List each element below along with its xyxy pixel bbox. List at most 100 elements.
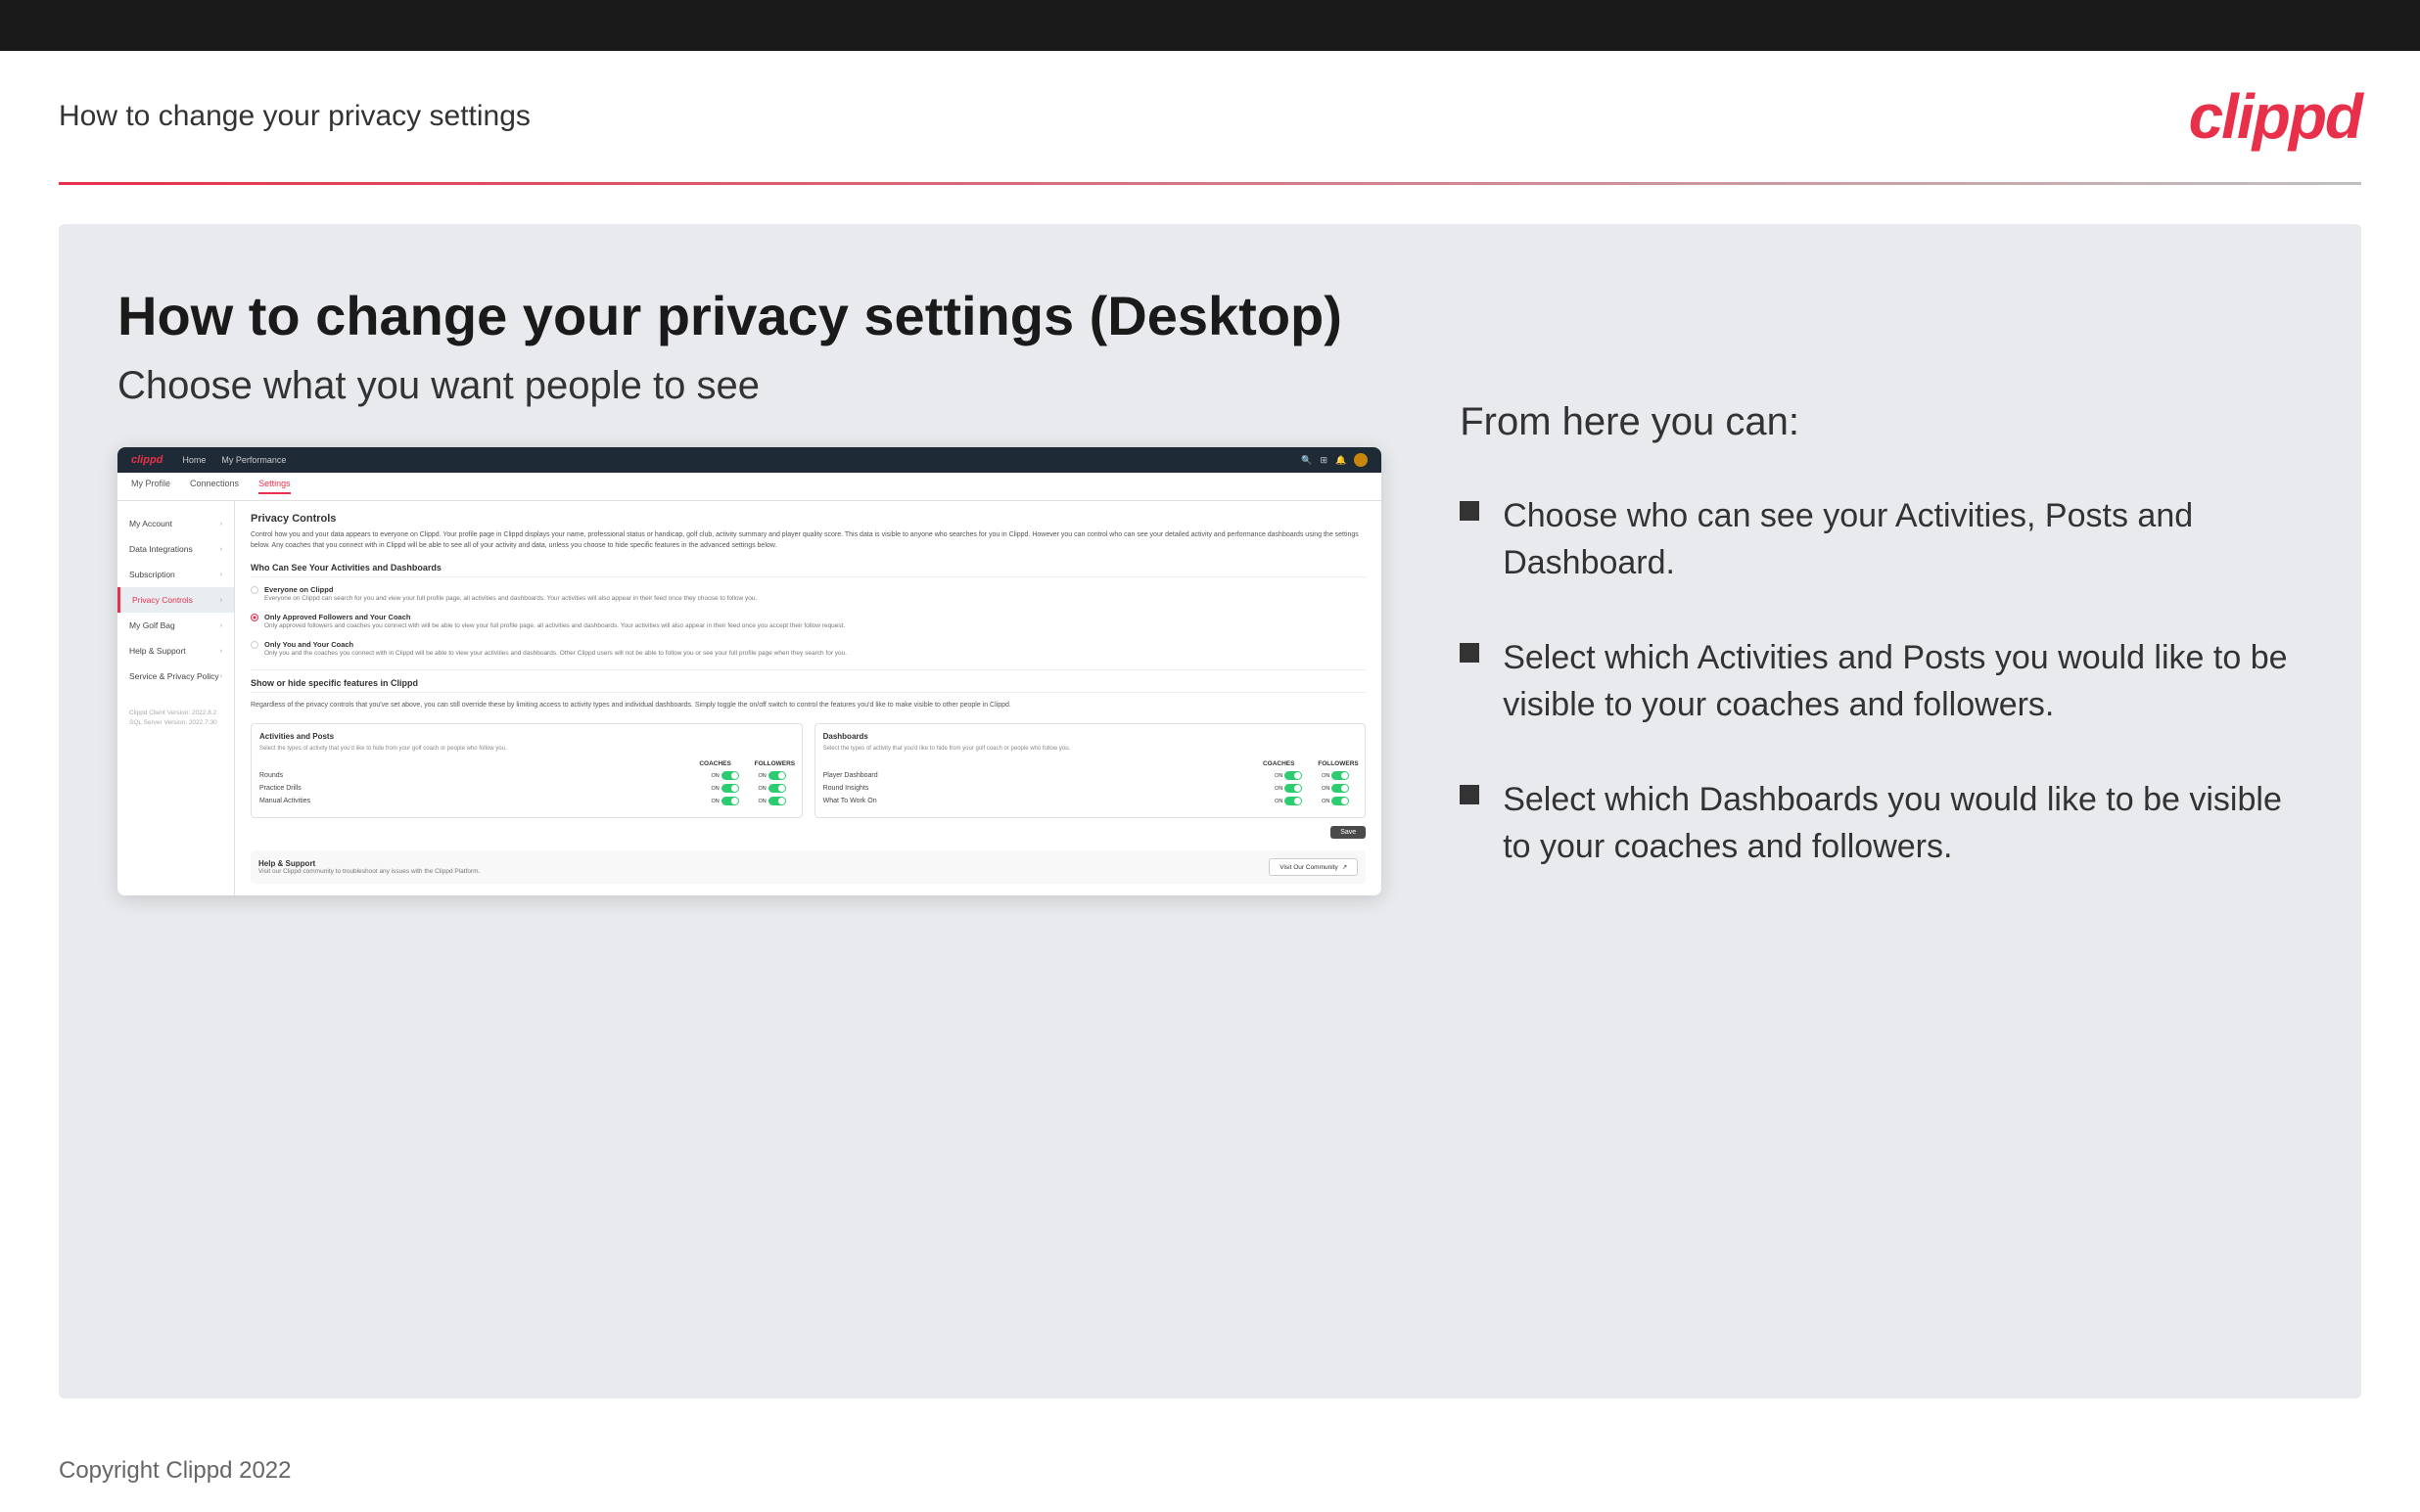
bullet-text-1: Choose who can see your Activities, Post… — [1503, 493, 2303, 586]
manual-coaches-toggle[interactable]: ON — [704, 797, 747, 805]
radio-circle-followers — [251, 614, 258, 621]
activities-posts-header: COACHES FOLLOWERS — [259, 760, 794, 767]
pd-coaches-toggle[interactable]: ON — [1267, 771, 1310, 780]
bullet-item-2: Select which Activities and Posts you wo… — [1460, 635, 2303, 728]
manual-activities-label: Manual Activities — [259, 798, 704, 804]
sidebar-item-account[interactable]: My Account › — [117, 511, 234, 536]
bullet-item-1: Choose who can see your Activities, Post… — [1460, 493, 2303, 586]
visit-community-label: Visit Our Community — [1280, 864, 1337, 871]
bullet-list: Choose who can see your Activities, Post… — [1460, 493, 2303, 871]
radio-followers[interactable]: Only Approved Followers and Your Coach O… — [251, 613, 1366, 630]
sidebar-item-policy-label: Service & Privacy Policy — [129, 671, 219, 681]
sidebar-item-privacy-policy[interactable]: Service & Privacy Policy › — [117, 664, 234, 689]
app-nav-link-home[interactable]: Home — [182, 455, 206, 465]
drills-coaches-switch[interactable] — [721, 784, 739, 793]
chevron-right-icon: › — [220, 597, 222, 604]
visit-community-button[interactable]: Visit Our Community ↗ — [1269, 858, 1358, 876]
activities-posts-col: Activities and Posts Select the types of… — [251, 723, 803, 818]
ri-followers-on: ON — [1322, 786, 1329, 792]
left-side: How to change your privacy settings (Des… — [117, 283, 1381, 1340]
save-button[interactable]: Save — [1330, 826, 1366, 839]
drills-followers-toggle[interactable]: ON — [751, 784, 794, 793]
sidebar-item-golf-label: My Golf Bag — [129, 620, 175, 630]
rounds-toggles: ON ON — [704, 771, 794, 780]
sidebar-item-data-label: Data Integrations — [129, 544, 193, 554]
rounds-followers-switch[interactable] — [768, 771, 786, 780]
radio-desc-followers: Only approved followers and coaches you … — [264, 621, 845, 630]
feature-grid: Activities and Posts Select the types of… — [251, 723, 1366, 818]
wtwo-followers-toggle[interactable]: ON — [1314, 797, 1357, 805]
app-nav-icons: 🔍 ⊞ 🔔 — [1301, 453, 1368, 467]
manual-coaches-switch[interactable] — [721, 797, 739, 805]
wtwo-coaches-switch[interactable] — [1284, 797, 1302, 805]
logo: clippd — [2189, 80, 2361, 153]
coaches-header: COACHES — [696, 760, 735, 767]
ri-followers-toggle[interactable]: ON — [1314, 784, 1357, 793]
drills-followers-switch[interactable] — [768, 784, 786, 793]
pd-coaches-on: ON — [1275, 773, 1282, 779]
rounds-coaches-toggle[interactable]: ON — [704, 771, 747, 780]
drills-coaches-on: ON — [711, 786, 719, 792]
rounds-followers-toggle[interactable]: ON — [751, 771, 794, 780]
sidebar-item-subscription[interactable]: Subscription › — [117, 562, 234, 587]
chevron-right-icon: › — [220, 546, 222, 553]
bell-icon[interactable]: 🔔 — [1335, 455, 1346, 466]
ri-coaches-switch[interactable] — [1284, 784, 1302, 793]
app-main-panel: Privacy Controls Control how you and you… — [235, 501, 1381, 895]
tab-settings[interactable]: Settings — [258, 479, 291, 494]
radio-coach[interactable]: Only You and Your Coach Only you and the… — [251, 640, 1366, 658]
rounds-row: Rounds ON ON — [259, 771, 794, 780]
bullet-square-3 — [1460, 785, 1479, 804]
external-link-icon: ↗ — [1342, 863, 1347, 871]
app-screenshot: clippd Home My Performance 🔍 ⊞ 🔔 My Prof… — [117, 447, 1381, 895]
tab-connections[interactable]: Connections — [190, 479, 239, 494]
wtwo-coaches-toggle[interactable]: ON — [1267, 797, 1310, 805]
show-hide-title: Show or hide specific features in Clippd — [251, 678, 1366, 693]
bullet-text-2: Select which Activities and Posts you wo… — [1503, 635, 2303, 728]
drills-coaches-toggle[interactable]: ON — [704, 784, 747, 793]
ri-coaches-toggle[interactable]: ON — [1267, 784, 1310, 793]
activities-posts-title: Activities and Posts — [259, 732, 794, 741]
copyright-text: Copyright Clippd 2022 — [59, 1457, 2361, 1485]
sidebar-item-help-label: Help & Support — [129, 646, 186, 656]
pd-followers-switch[interactable] — [1331, 771, 1349, 780]
sidebar-item-data-integrations[interactable]: Data Integrations › — [117, 536, 234, 562]
header-divider — [59, 182, 2361, 185]
sidebar-item-help[interactable]: Help & Support › — [117, 638, 234, 664]
rounds-coaches-switch[interactable] — [721, 771, 739, 780]
avatar[interactable] — [1354, 453, 1368, 467]
pd-coaches-switch[interactable] — [1284, 771, 1302, 780]
sidebar-item-privacy-label: Privacy Controls — [132, 595, 193, 605]
manual-followers-toggle[interactable]: ON — [751, 797, 794, 805]
radio-everyone[interactable]: Everyone on Clippd Everyone on Clippd ca… — [251, 585, 1366, 603]
tab-my-profile[interactable]: My Profile — [131, 479, 170, 494]
grid-icon[interactable]: ⊞ — [1320, 455, 1327, 466]
chevron-right-icon: › — [220, 673, 222, 680]
search-icon[interactable]: 🔍 — [1301, 455, 1312, 466]
panel-description: Control how you and your data appears to… — [251, 530, 1366, 551]
header-title: How to change your privacy settings — [59, 100, 531, 133]
dashboards-desc: Select the types of activity that you'd … — [823, 745, 1358, 753]
rounds-coaches-on: ON — [711, 773, 719, 779]
app-sidebar: My Account › Data Integrations › Subscri… — [117, 501, 235, 895]
sidebar-item-subscription-label: Subscription — [129, 570, 175, 579]
manual-coaches-on: ON — [711, 799, 719, 804]
chevron-right-icon: › — [220, 622, 222, 629]
radio-label-followers: Only Approved Followers and Your Coach — [264, 613, 845, 621]
app-subnav: My Profile Connections Settings — [117, 473, 1381, 501]
radio-content-coach: Only You and Your Coach Only you and the… — [264, 640, 847, 658]
ri-followers-switch[interactable] — [1331, 784, 1349, 793]
sidebar-item-golf-bag[interactable]: My Golf Bag › — [117, 613, 234, 638]
dashboards-coaches-header: COACHES — [1259, 760, 1298, 767]
ri-coaches-on: ON — [1275, 786, 1282, 792]
rounds-followers-on: ON — [758, 773, 766, 779]
pd-followers-toggle[interactable]: ON — [1314, 771, 1357, 780]
top-bar — [0, 0, 2420, 51]
wtwo-followers-switch[interactable] — [1331, 797, 1349, 805]
sidebar-item-privacy[interactable]: Privacy Controls › — [117, 587, 234, 613]
bullet-square-2 — [1460, 643, 1479, 663]
manual-followers-switch[interactable] — [768, 797, 786, 805]
footer: Copyright Clippd 2022 — [0, 1438, 2420, 1504]
chevron-right-icon: › — [220, 572, 222, 578]
app-nav-link-performance[interactable]: My Performance — [221, 455, 286, 465]
